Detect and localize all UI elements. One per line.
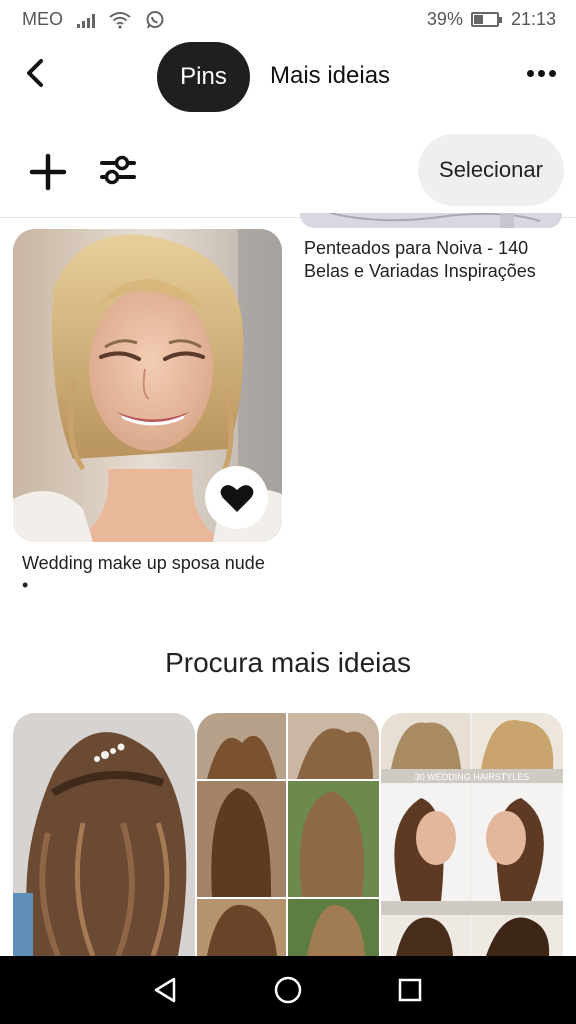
tab-pins-label: Pins xyxy=(180,63,227,90)
battery-icon xyxy=(470,12,502,27)
status-bar: MEO 39% 21:13 xyxy=(0,0,576,40)
board-image-curly-hairstyles xyxy=(197,713,379,956)
toolbar: Selecionar xyxy=(0,120,576,218)
more-horizontal-icon xyxy=(526,69,534,77)
circle-home-icon xyxy=(274,976,302,1004)
pin-image-penteados[interactable] xyxy=(300,213,562,228)
pin-title-penteados[interactable]: Penteados para Noiva - 140 Belas e Varia… xyxy=(304,237,566,283)
board-image-wedding-hairstyles: 30 WEDDING HAIRSTYLES xyxy=(381,713,563,956)
square-recents-icon xyxy=(398,978,422,1002)
signal-icon xyxy=(77,12,96,28)
tab-more-ideas-label: Mais ideias xyxy=(270,62,391,89)
chevron-left-icon xyxy=(27,59,43,87)
idea-board-2[interactable] xyxy=(197,713,379,956)
carrier-label: MEO xyxy=(22,9,64,29)
top-nav: Pins Mais ideias xyxy=(0,40,576,116)
select-button-label: Selecionar xyxy=(439,157,543,182)
section-title: Procura mais ideias xyxy=(165,647,411,678)
nav-recents-button[interactable] xyxy=(394,974,426,1006)
board-image-half-up-hairstyle xyxy=(13,713,195,956)
idea-board-1[interactable] xyxy=(13,713,195,956)
wifi-icon xyxy=(109,11,131,29)
select-button[interactable]: Selecionar xyxy=(418,134,564,206)
back-button[interactable] xyxy=(18,56,52,90)
plus-icon xyxy=(29,153,67,191)
nav-home-button[interactable] xyxy=(272,974,304,1006)
triangle-back-icon xyxy=(154,977,176,1003)
tab-more-ideas[interactable]: Mais ideias xyxy=(270,62,390,90)
whatsapp-icon xyxy=(146,10,164,28)
idea-board-3[interactable]: 30 WEDDING HAIRSTYLES xyxy=(381,713,563,956)
pin-title-wedding-makeup[interactable]: Wedding make up sposa nude • xyxy=(22,552,272,596)
clock: 21:13 xyxy=(510,9,556,29)
sliders-icon xyxy=(100,155,136,185)
filter-button[interactable] xyxy=(98,150,138,190)
more-options-button[interactable] xyxy=(524,60,558,86)
add-button[interactable] xyxy=(28,152,68,192)
battery-percent: 39% xyxy=(426,9,463,29)
nav-back-button[interactable] xyxy=(149,974,181,1006)
system-nav-bar xyxy=(0,956,576,1024)
heart-icon xyxy=(220,484,253,512)
tab-pins[interactable]: Pins xyxy=(157,42,250,112)
board-banner-text: 30 WEDDING HAIRSTYLES xyxy=(415,772,530,782)
save-pin-button[interactable] xyxy=(205,466,268,529)
